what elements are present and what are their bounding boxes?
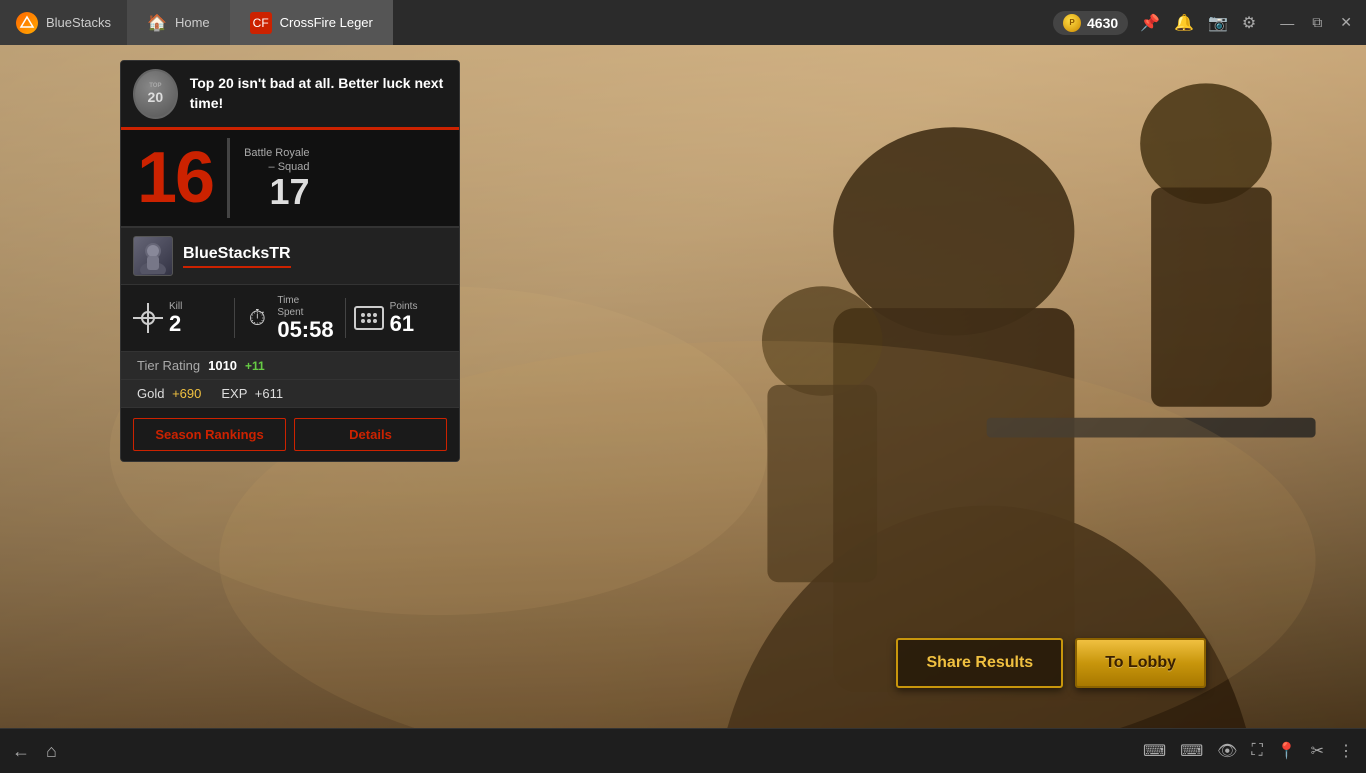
eye-icon[interactable]: 👁 xyxy=(1217,741,1237,761)
time-label: TimeSpent xyxy=(277,295,333,319)
main-content: TOP 20 Top 20 isn't bad at all. Better l… xyxy=(0,45,1366,728)
player-underline xyxy=(183,266,291,268)
keyboard2-icon[interactable]: ⌨ xyxy=(1180,741,1203,761)
titlebar-icons: 📌 🔔 📷 ⚙ xyxy=(1140,13,1256,33)
details-button[interactable]: Details xyxy=(294,418,447,451)
back-icon[interactable]: ← xyxy=(12,741,30,762)
stats-row: Kill 2 ⏱ TimeSpent 05:58 xyxy=(121,285,459,352)
minimize-button[interactable]: — xyxy=(1276,13,1298,33)
bluestacks-logo xyxy=(16,12,38,34)
tier-label: Tier Rating xyxy=(137,358,200,373)
time-stat: ⏱ TimeSpent 05:58 xyxy=(243,295,336,341)
pin-icon[interactable]: 📌 xyxy=(1140,13,1160,33)
rank-row: 16 Battle Royale– Squad 17 xyxy=(121,130,459,228)
coin-badge: P 4630 xyxy=(1053,11,1128,35)
game-tab[interactable]: CF CrossFire Leger xyxy=(230,0,393,45)
rank-divider xyxy=(227,138,230,218)
gold-label: Gold xyxy=(137,386,164,401)
kill-stat: Kill 2 xyxy=(133,301,226,335)
player-info: BlueStacksTR xyxy=(183,245,291,268)
scissors-icon[interactable]: ✂ xyxy=(1311,741,1324,761)
result-message: Top 20 isn't bad at all. Better luck nex… xyxy=(190,74,447,113)
exp-label: EXP xyxy=(221,386,247,401)
player-row: BlueStacksTR xyxy=(121,228,459,285)
kill-info: Kill 2 xyxy=(169,301,182,335)
gold-reward: Gold +690 xyxy=(137,386,201,401)
taskbar-left: ← ⌂ xyxy=(12,741,57,762)
points-stat: Points 61 xyxy=(354,301,447,335)
taskbar-right: ⌨ ⌨ 👁 ⛶ 📍 ✂ ⋮ xyxy=(1143,741,1354,761)
home-icon[interactable]: ⌂ xyxy=(46,741,57,762)
kill-value: 2 xyxy=(169,313,182,335)
titlebar-left: BlueStacks 🏠 Home CF CrossFire Leger xyxy=(0,0,393,45)
coin-icon: P xyxy=(1063,14,1081,32)
stat-divider-2 xyxy=(345,298,346,338)
bluestacks-label: BlueStacks xyxy=(46,15,111,30)
gold-value: +690 xyxy=(172,386,201,401)
taskbar: ← ⌂ ⌨ ⌨ 👁 ⛶ 📍 ✂ ⋮ xyxy=(0,728,1366,773)
time-value: 05:58 xyxy=(277,319,333,341)
home-icon: 🏠 xyxy=(147,13,167,33)
close-button[interactable]: ✕ xyxy=(1336,12,1356,33)
tier-change: +11 xyxy=(245,359,265,373)
fullscreen-icon[interactable]: ⛶ xyxy=(1251,742,1262,760)
rank-number: 16 xyxy=(137,142,213,214)
restore-button[interactable]: ⧉ xyxy=(1308,12,1326,33)
camera-icon[interactable]: 📷 xyxy=(1208,13,1228,33)
keyboard-icon[interactable]: ⌨ xyxy=(1143,741,1166,761)
bluestacks-tab[interactable]: BlueStacks xyxy=(0,0,127,45)
result-card: TOP 20 Top 20 isn't bad at all. Better l… xyxy=(120,60,460,462)
exp-reward: EXP +611 xyxy=(221,386,283,401)
settings-icon[interactable]: ⚙ xyxy=(1242,13,1256,33)
mode-label: Battle Royale– Squad xyxy=(244,146,309,175)
points-value: 61 xyxy=(390,313,418,335)
points-icon xyxy=(354,306,384,330)
total-players: 17 xyxy=(269,174,309,210)
notification-icon[interactable]: 🔔 xyxy=(1174,13,1194,33)
rank-right: Battle Royale– Squad 17 xyxy=(244,146,309,211)
rewards-row: Gold +690 EXP +611 xyxy=(121,380,459,408)
card-buttons-row: Season Rankings Details xyxy=(121,408,459,461)
titlebar: BlueStacks 🏠 Home CF CrossFire Leger P 4… xyxy=(0,0,1366,45)
home-tab-label: Home xyxy=(175,15,210,30)
result-header: TOP 20 Top 20 isn't bad at all. Better l… xyxy=(121,61,459,130)
window-controls: — ⧉ ✕ xyxy=(1276,12,1356,33)
exp-value: +611 xyxy=(255,386,283,401)
clock-icon: ⏱ xyxy=(243,305,271,331)
tier-row: Tier Rating 1010 +11 xyxy=(121,352,459,380)
player-name: BlueStacksTR xyxy=(183,245,291,263)
player-avatar xyxy=(133,236,173,276)
titlebar-right: P 4630 📌 🔔 📷 ⚙ — ⧉ ✕ xyxy=(1053,11,1366,35)
to-lobby-button[interactable]: To Lobby xyxy=(1075,638,1206,688)
crosshair-icon xyxy=(133,303,163,333)
season-rankings-button[interactable]: Season Rankings xyxy=(133,418,286,451)
share-results-button[interactable]: Share Results xyxy=(896,638,1063,688)
coin-amount: 4630 xyxy=(1087,15,1118,31)
points-info: Points 61 xyxy=(390,301,418,335)
more-icon[interactable]: ⋮ xyxy=(1338,741,1354,761)
stat-divider-1 xyxy=(234,298,235,338)
time-info: TimeSpent 05:58 xyxy=(277,295,333,341)
top20-badge: TOP 20 xyxy=(133,69,178,119)
home-tab[interactable]: 🏠 Home xyxy=(127,0,230,45)
tier-value: 1010 xyxy=(208,358,237,373)
game-tab-label: CrossFire Leger xyxy=(280,15,373,30)
game-tab-icon: CF xyxy=(250,12,272,34)
bottom-buttons: Share Results To Lobby xyxy=(896,638,1206,688)
location-icon[interactable]: 📍 xyxy=(1277,741,1297,761)
